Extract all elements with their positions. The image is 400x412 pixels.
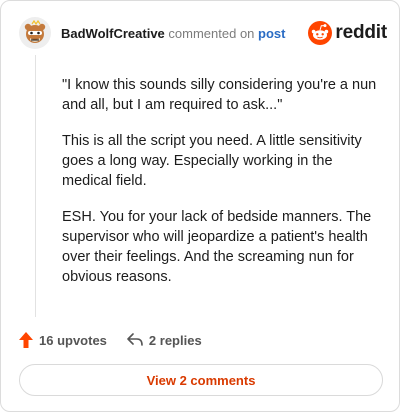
reddit-logo-icon — [308, 21, 333, 45]
comment-paragraph: This is all the script you need. A littl… — [62, 133, 362, 189]
reply-arrow-icon — [127, 333, 143, 346]
reddit-brand[interactable]: reddit — [308, 21, 387, 45]
thread-line[interactable] — [35, 55, 36, 317]
view-comments-button[interactable]: View 2 comments — [19, 364, 383, 396]
upvote-button[interactable]: 16 upvotes — [19, 332, 107, 348]
avatar[interactable] — [19, 17, 51, 49]
comment-paragraph: "I know this sounds silly considering yo… — [62, 77, 377, 113]
comment-meta: BadWolfCreative commented on post — [61, 26, 286, 41]
reply-count: 2 replies — [148, 332, 202, 348]
comment-actions: 16 upvotes 2 replies — [19, 330, 202, 350]
comment-card: BadWolfCreative commented on post reddit… — [0, 0, 400, 412]
reply-button[interactable]: 2 replies — [127, 333, 202, 348]
author-name[interactable]: BadWolfCreative — [61, 26, 165, 41]
comment-verb: commented on — [168, 26, 255, 41]
reddit-wordmark: reddit — [335, 22, 387, 43]
comment-header: BadWolfCreative commented on post reddit — [19, 17, 387, 51]
comment-body: "I know this sounds silly considering yo… — [62, 75, 380, 303]
upvote-arrow-icon — [19, 332, 33, 348]
comment-paragraph: ESH. You for your lack of bedside manner… — [62, 209, 372, 285]
upvote-count: 16 upvotes — [39, 332, 107, 348]
post-link[interactable]: post — [258, 26, 285, 41]
